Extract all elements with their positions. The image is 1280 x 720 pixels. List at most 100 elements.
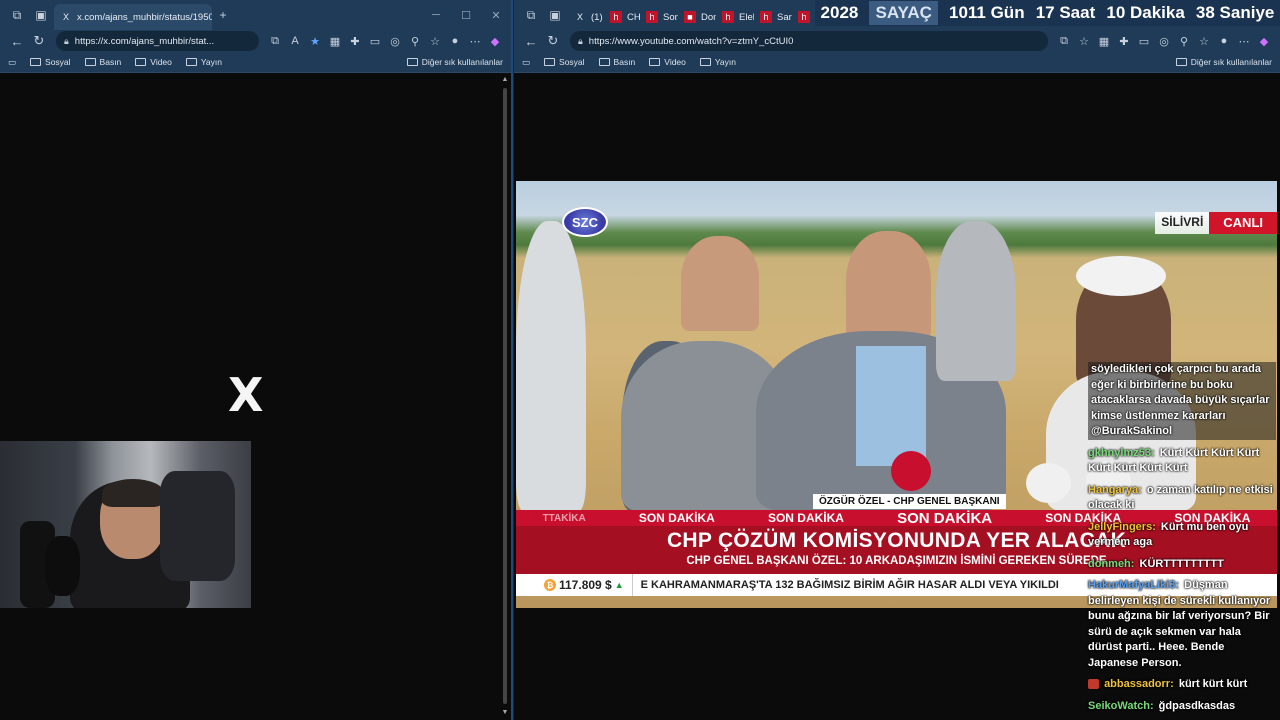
copilot-icon[interactable]: ◆ bbox=[1254, 33, 1274, 49]
favorite-star-icon[interactable]: ☆ bbox=[1074, 33, 1094, 49]
folder-icon bbox=[699, 58, 711, 66]
extension-icon[interactable]: ▭ bbox=[1134, 33, 1154, 49]
tab-actions-icon[interactable]: ▣ bbox=[30, 4, 52, 26]
back-icon[interactable]: ← bbox=[6, 34, 28, 49]
chat-text: KÜRTTTTTTTTT bbox=[1139, 557, 1224, 570]
chat-message: SeikoWatch: ğdpasdkasdas bbox=[1088, 699, 1276, 715]
scroll-down-icon[interactable]: ▼ bbox=[501, 709, 509, 716]
new-tab-icon[interactable]: + bbox=[212, 4, 234, 26]
location-label: SİLİVRİ bbox=[1155, 212, 1210, 234]
url-text: https://x.com/ajans_muhbir/stat... bbox=[74, 35, 215, 47]
refresh-icon[interactable]: ↻ bbox=[542, 33, 564, 49]
chat-message: JellyFingers: Kürt mu ben oyu vermem aga bbox=[1088, 520, 1276, 551]
avatar[interactable]: ● bbox=[445, 33, 465, 49]
bookmark-other-favorites[interactable]: Diğer sık kullanılanlar bbox=[406, 57, 503, 67]
url-text: https://www.youtube.com/watch?v=ztmY_cCt… bbox=[588, 35, 794, 47]
split-screen-icon[interactable]: ⧉ bbox=[1054, 33, 1074, 49]
tab-son[interactable]: h Son bbox=[640, 4, 678, 30]
bookmark-basin[interactable]: Basın bbox=[84, 57, 121, 67]
extension-icon[interactable]: ◎ bbox=[385, 33, 405, 49]
bookmark-video[interactable]: Video bbox=[135, 57, 172, 67]
close-window-icon[interactable]: ✕ bbox=[481, 9, 511, 22]
person-figure bbox=[516, 221, 586, 511]
tab-x-status[interactable]: X x.com/ajans_muhbir/status/1950 ✕ bbox=[54, 4, 212, 30]
extension-icon[interactable]: ✚ bbox=[1114, 33, 1134, 49]
tab-actions-icon[interactable]: ▣ bbox=[544, 4, 566, 26]
extension-icon[interactable]: ▦ bbox=[1094, 33, 1114, 49]
countdown-banner: 2028 SAYAÇ 1011 Gün 17 Saat 10 Dakika 38… bbox=[815, 0, 1280, 26]
chat-overlay: söyledikleri çok çarpıcı bu arada eğer k… bbox=[1088, 362, 1276, 720]
news-favicon-icon: h bbox=[798, 11, 810, 23]
counter-minutes: 10 Dakika bbox=[1106, 3, 1185, 22]
chat-user: JellyFingers: bbox=[1088, 520, 1156, 533]
workspaces-icon[interactable]: ⧉ bbox=[520, 4, 542, 26]
copilot-icon[interactable]: ◆ bbox=[485, 33, 505, 49]
chat-message: Hangarya: o zaman katılıp ne etkisi olac… bbox=[1088, 483, 1276, 514]
back-icon[interactable]: ← bbox=[520, 34, 542, 49]
reading-mode-icon[interactable]: ▭ bbox=[8, 57, 16, 68]
folder-icon bbox=[84, 58, 96, 66]
x-favicon-icon: X bbox=[576, 12, 583, 22]
bookmark-yayin[interactable]: Yayın bbox=[699, 57, 736, 67]
tab-chp[interactable]: hCHP bbox=[604, 4, 640, 30]
scroll-up-icon[interactable]: ▲ bbox=[501, 76, 509, 83]
news-favicon-icon: h bbox=[760, 11, 772, 23]
tab-title: x.com/ajans_muhbir/status/1950 bbox=[77, 11, 212, 23]
folder-icon bbox=[544, 58, 556, 66]
favorites-icon[interactable]: ☆ bbox=[1194, 33, 1214, 49]
more-menu-icon[interactable]: ⋯ bbox=[465, 33, 485, 49]
tab-sara[interactable]: hSara bbox=[754, 4, 792, 30]
tab-x[interactable]: X(1) ( bbox=[568, 4, 604, 30]
person-figure bbox=[681, 236, 759, 331]
minimize-icon[interactable]: ─ bbox=[421, 9, 451, 22]
price-value: 117.809 $ bbox=[559, 578, 612, 592]
counter-label: SAYAÇ bbox=[869, 1, 938, 25]
bookmark-sosyal[interactable]: Sosyal bbox=[544, 57, 585, 67]
chat-user: Hangarya: bbox=[1088, 483, 1142, 496]
window-controls: ─ ☐ ✕ bbox=[421, 9, 511, 22]
maximize-icon[interactable]: ☐ bbox=[451, 9, 481, 22]
tab-elek[interactable]: hElek bbox=[716, 4, 754, 30]
more-menu-icon[interactable]: ⋯ bbox=[1234, 33, 1254, 49]
extension-icon[interactable]: ⚲ bbox=[405, 33, 425, 49]
workspaces-icon[interactable]: ⧉ bbox=[6, 4, 28, 26]
chat-user: SeikoWatch: bbox=[1088, 699, 1154, 712]
reading-mode-icon[interactable]: ▭ bbox=[522, 57, 530, 68]
chat-text: ğdpasdkasdas bbox=[1158, 699, 1236, 712]
x-favicon-icon: X bbox=[62, 12, 69, 22]
extension-icon[interactable]: ▭ bbox=[365, 33, 385, 49]
favorite-star-icon[interactable]: ★ bbox=[305, 33, 325, 49]
live-label: CANLI bbox=[1209, 212, 1277, 234]
chat-message: söyledikleri çok çarpıcı bu arada eğer k… bbox=[1088, 362, 1276, 440]
split-screen-icon[interactable]: ⧉ bbox=[265, 33, 285, 49]
refresh-icon[interactable]: ↻ bbox=[28, 33, 50, 49]
counter-seconds: 38 Saniye bbox=[1195, 3, 1275, 22]
left-scrollbar[interactable]: ▲ ▼ bbox=[501, 76, 509, 716]
streamer-hair bbox=[102, 479, 164, 507]
avatar[interactable]: ● bbox=[1214, 33, 1234, 49]
news-favicon-icon: h bbox=[722, 11, 734, 23]
lock-icon: 🔒︎ bbox=[578, 35, 583, 46]
chat-message: HakurMafyaLiki3: Düşman belirleyen kişi … bbox=[1088, 578, 1276, 671]
url-input[interactable]: 🔒︎ https://x.com/ajans_muhbir/stat... bbox=[56, 31, 259, 51]
chat-message: abbassadorr: kürt kürt kürt bbox=[1088, 677, 1276, 693]
gaming-chair bbox=[160, 471, 235, 581]
read-aloud-icon[interactable]: A bbox=[285, 33, 305, 49]
favorites-icon[interactable]: ☆ bbox=[425, 33, 445, 49]
chat-text: Düşman belirleyen kişi de sürekli kullan… bbox=[1088, 579, 1271, 669]
extension-icon[interactable]: ✚ bbox=[345, 33, 365, 49]
bookmark-yayin[interactable]: Yayın bbox=[185, 57, 222, 67]
extension-icon[interactable]: ◎ bbox=[1154, 33, 1174, 49]
bookmark-sosyal[interactable]: Sosyal bbox=[30, 57, 71, 67]
chat-user: donmeh: bbox=[1088, 557, 1135, 570]
scroll-thumb[interactable] bbox=[503, 88, 507, 704]
extension-icon[interactable]: ⚲ bbox=[1174, 33, 1194, 49]
chat-user: HakurMafyaLiki3: bbox=[1088, 579, 1180, 591]
tab-don[interactable]: ■ Don bbox=[678, 4, 716, 30]
bookmark-other-favorites[interactable]: Diğer sık kullanılanlar bbox=[1175, 57, 1272, 67]
extension-icon[interactable]: ▦ bbox=[325, 33, 345, 49]
person-figure bbox=[856, 346, 926, 466]
bookmark-basin[interactable]: Basın bbox=[598, 57, 635, 67]
bookmark-video[interactable]: Video bbox=[649, 57, 686, 67]
url-input[interactable]: 🔒︎ https://www.youtube.com/watch?v=ztmY_… bbox=[570, 31, 1048, 51]
